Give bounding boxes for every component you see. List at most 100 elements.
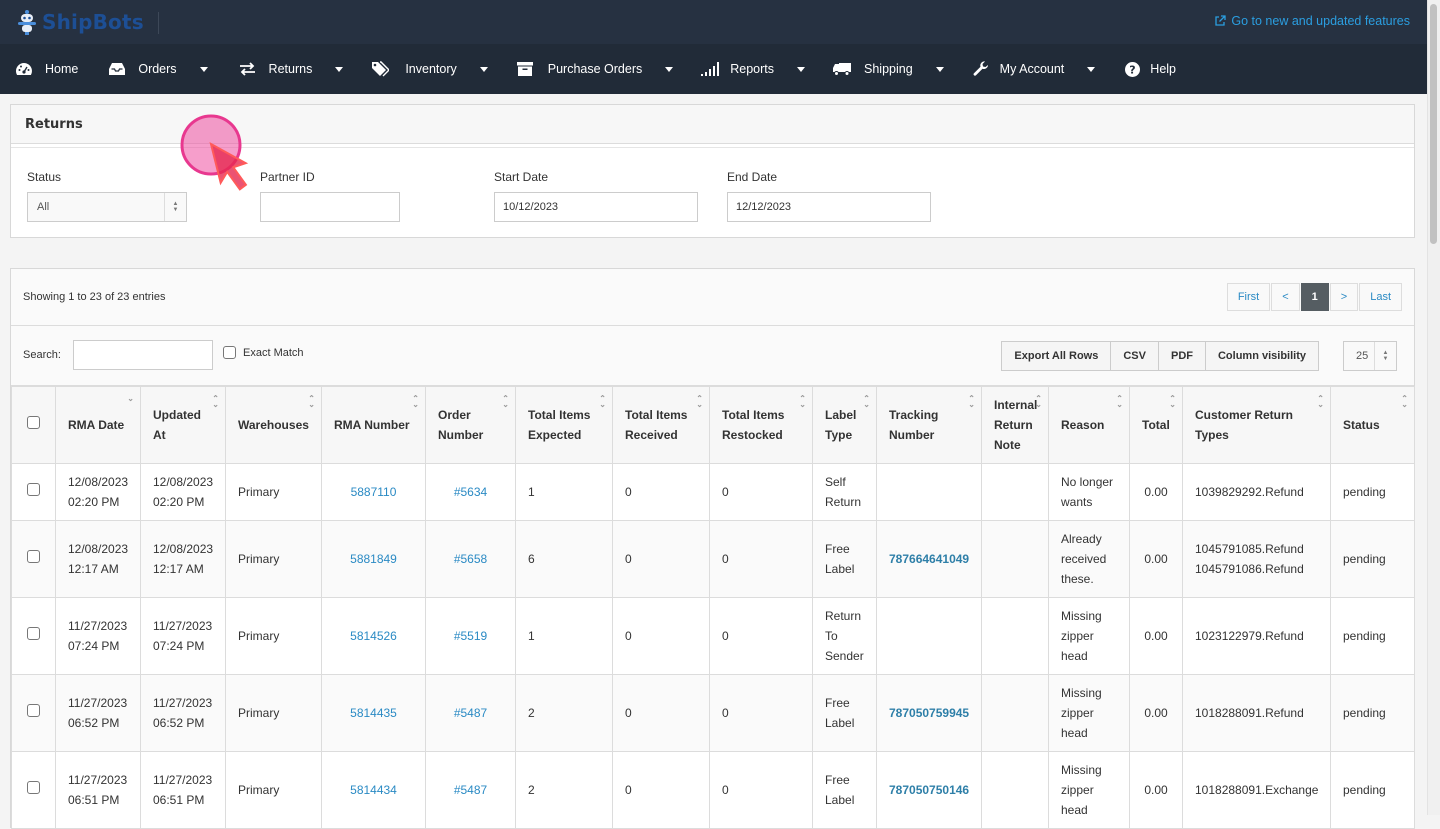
order-number-link[interactable]: #5634 bbox=[454, 485, 487, 499]
page-next-button[interactable]: > bbox=[1329, 283, 1359, 311]
row-checkbox[interactable] bbox=[27, 781, 40, 794]
row-checkbox[interactable] bbox=[27, 704, 40, 717]
nav-shipping[interactable]: Shipping bbox=[832, 44, 944, 94]
row-checkbox[interactable] bbox=[27, 550, 40, 563]
col-reason[interactable]: Reason ⌃ ⌄ bbox=[1048, 386, 1130, 464]
status-value: All bbox=[37, 201, 50, 213]
rma-number-link[interactable]: 5881849 bbox=[350, 552, 397, 566]
updated-at-cell: 11/27/2023 07:24 PM bbox=[140, 597, 226, 675]
status-select[interactable]: All ▲ ▼ bbox=[27, 192, 187, 222]
column-visibility-button[interactable]: Column visibility bbox=[1204, 341, 1319, 371]
expected-cell: 1 bbox=[515, 597, 613, 675]
sort-icon: ⌃ ⌄ bbox=[1401, 394, 1408, 409]
order-number-cell: #5487 bbox=[425, 751, 516, 829]
internal-note-cell bbox=[981, 520, 1049, 598]
table-row[interactable]: 12/08/2023 12:17 AM 12/08/2023 12:17 AM Prim… bbox=[11, 520, 1415, 598]
nav-help[interactable]: ? Help bbox=[1122, 44, 1176, 94]
tracking-number-cell: 787050759945 bbox=[876, 674, 982, 752]
search-input[interactable] bbox=[73, 340, 213, 370]
rma-number-link[interactable]: 5814435 bbox=[350, 706, 397, 720]
partner-id-input[interactable] bbox=[260, 192, 400, 222]
col-rma-number[interactable]: RMA Number ⌃ ⌄ bbox=[321, 386, 426, 464]
order-number-link[interactable]: #5487 bbox=[454, 706, 487, 720]
sort-icon: ⌃ ⌄ bbox=[799, 394, 806, 409]
col-order-number[interactable]: Order Number ⌃ ⌄ bbox=[425, 386, 516, 464]
col-total-expected[interactable]: Total Items Expected ⌃ ⌄ bbox=[515, 386, 613, 464]
sort-icon: ⌃ ⌄ bbox=[1169, 394, 1176, 409]
total-cell: 0.00 bbox=[1129, 463, 1183, 521]
col-updated-at[interactable]: Updated At ⌃ ⌄ bbox=[140, 386, 226, 464]
rma-number-link[interactable]: 5814526 bbox=[350, 629, 397, 643]
col-status[interactable]: Status ⌃ ⌄ bbox=[1330, 386, 1415, 464]
return-types-cell: 1018288091.Refund bbox=[1182, 674, 1331, 752]
label-type-cell: Return To Sender bbox=[812, 597, 877, 675]
total-cell: 0.00 bbox=[1129, 597, 1183, 675]
rma-date-cell: 11/27/2023 06:52 PM bbox=[55, 674, 141, 752]
tracking-number-link[interactable]: 787050750146 bbox=[889, 783, 969, 797]
exact-match-toggle[interactable]: Exact Match bbox=[223, 346, 304, 359]
end-date-filter: End Date 12/12/2023 bbox=[727, 170, 931, 222]
tracking-number-cell: 787664641049 bbox=[876, 520, 982, 598]
rma-number-link[interactable]: 5887110 bbox=[351, 485, 397, 499]
col-customer-return-types[interactable]: Customer Return Types ⌃ ⌄ bbox=[1182, 386, 1331, 464]
table-row[interactable]: 11/27/2023 06:52 PM 11/27/2023 06:52 PM Prim… bbox=[11, 674, 1415, 752]
col-label-type[interactable]: Label Type ⌃ ⌄ bbox=[812, 386, 877, 464]
order-number-link[interactable]: #5519 bbox=[454, 629, 487, 643]
panel-title: Returns bbox=[11, 105, 1414, 144]
new-features-link[interactable]: Go to new and updated features bbox=[1214, 14, 1410, 28]
page-first-button[interactable]: First bbox=[1226, 283, 1271, 311]
nav-orders[interactable]: Orders bbox=[107, 44, 208, 94]
page-scrollbar[interactable] bbox=[1427, 0, 1440, 815]
table-row[interactable]: 11/27/2023 07:24 PM 11/27/2023 07:24 PM Prim… bbox=[11, 597, 1415, 675]
internal-note-cell bbox=[981, 674, 1049, 752]
select-all-checkbox[interactable] bbox=[27, 416, 40, 429]
col-total-received[interactable]: Total Items Received ⌃ ⌄ bbox=[612, 386, 710, 464]
col-internal-note[interactable]: Internal Return Note ⌃ ⌄ bbox=[981, 386, 1049, 464]
order-number-link[interactable]: #5487 bbox=[454, 783, 487, 797]
warehouse-cell: Primary bbox=[225, 520, 322, 598]
page-prev-button[interactable]: < bbox=[1271, 283, 1300, 311]
tracking-number-link[interactable]: 787664641049 bbox=[889, 552, 969, 566]
nav-inventory[interactable]: Inventory bbox=[370, 44, 488, 94]
col-total[interactable]: Total ⌃ ⌄ bbox=[1129, 386, 1183, 464]
exact-match-checkbox[interactable] bbox=[223, 346, 236, 359]
row-checkbox[interactable] bbox=[27, 627, 40, 640]
nav-purchase-orders[interactable]: Purchase Orders bbox=[515, 44, 674, 94]
warehouse-cell: Primary bbox=[225, 674, 322, 752]
table-row[interactable]: 12/08/2023 02:20 PM 12/08/2023 02:20 PM Prim… bbox=[11, 463, 1415, 521]
page-1-button[interactable]: 1 bbox=[1300, 283, 1329, 311]
col-tracking-number[interactable]: Tracking Number ⌃ ⌄ bbox=[876, 386, 982, 464]
tracking-number-link[interactable]: 787050759945 bbox=[889, 706, 969, 720]
end-date-input[interactable]: 12/12/2023 bbox=[727, 192, 931, 222]
col-warehouses[interactable]: Warehouses ⌃ ⌄ bbox=[225, 386, 322, 464]
col-rma-date[interactable]: RMA Date ⌄ bbox=[55, 386, 141, 464]
start-date-input[interactable]: 10/12/2023 bbox=[494, 192, 698, 222]
page-last-button[interactable]: Last bbox=[1359, 283, 1402, 311]
row-checkbox[interactable] bbox=[27, 483, 40, 496]
rma-number-link[interactable]: 5814434 bbox=[350, 783, 397, 797]
received-cell: 0 bbox=[612, 674, 710, 752]
nav-reports[interactable]: Reports bbox=[700, 44, 806, 94]
restocked-cell: 0 bbox=[709, 463, 813, 521]
nav-my-account[interactable]: My Account bbox=[971, 44, 1096, 94]
nav-label: Reports bbox=[730, 62, 775, 76]
nav-label: Purchase Orders bbox=[547, 62, 643, 76]
status-cell: pending bbox=[1330, 674, 1415, 752]
export-all-rows-button[interactable]: Export All Rows bbox=[1001, 341, 1112, 371]
order-number-link[interactable]: #5658 bbox=[454, 552, 487, 566]
logo[interactable]: ShipBots bbox=[16, 9, 144, 35]
nav-label: Home bbox=[45, 62, 79, 76]
table-row[interactable]: 11/27/2023 06:51 PM 11/27/2023 06:51 PM Prim… bbox=[11, 751, 1415, 829]
csv-button[interactable]: CSV bbox=[1110, 341, 1159, 371]
scrollbar-thumb[interactable] bbox=[1430, 4, 1437, 244]
reason-cell: Missing zipper head bbox=[1048, 751, 1130, 829]
updated-at-cell: 11/27/2023 06:52 PM bbox=[140, 674, 226, 752]
nav-home[interactable]: Home bbox=[14, 44, 78, 94]
internal-note-cell bbox=[981, 597, 1049, 675]
new-features-label: Go to new and updated features bbox=[1231, 14, 1410, 28]
col-total-restocked[interactable]: Total Items Restocked ⌃ ⌄ bbox=[709, 386, 813, 464]
return-types-cell: 1023122979.Refund bbox=[1182, 597, 1331, 675]
page-length-select[interactable]: 25 ▲ ▼ bbox=[1343, 341, 1397, 371]
nav-returns[interactable]: Returns bbox=[238, 44, 344, 94]
pdf-button[interactable]: PDF bbox=[1157, 341, 1206, 371]
